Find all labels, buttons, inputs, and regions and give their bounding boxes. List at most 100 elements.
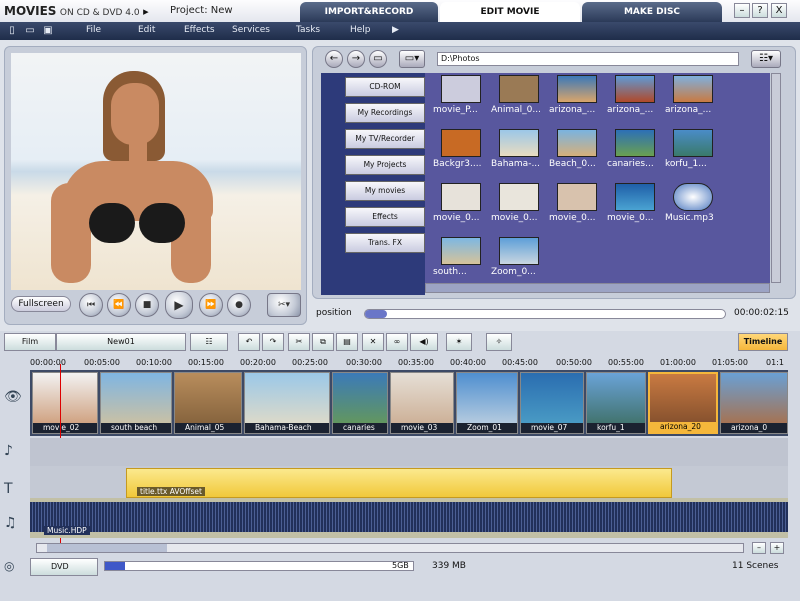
timeline-scrollbar[interactable]: [36, 543, 744, 553]
record-icon[interactable]: ●: [227, 293, 251, 317]
cut-icon[interactable]: ✂▾: [267, 293, 301, 317]
path-field[interactable]: D:\Photos: [437, 52, 739, 66]
project-select[interactable]: New01: [56, 333, 186, 351]
open-folder-icon[interactable]: ▭: [24, 25, 36, 37]
computer-icon[interactable]: ▭▾: [399, 50, 425, 68]
music-icon[interactable]: [673, 183, 713, 211]
wand-icon[interactable]: ✶: [446, 333, 472, 351]
paste-icon[interactable]: ▤: [336, 333, 358, 351]
timeline-toggle[interactable]: Timeline: [738, 333, 788, 351]
media-thumb[interactable]: [557, 183, 597, 211]
video-clip-selected[interactable]: arizona_20: [648, 372, 718, 434]
media-thumb[interactable]: [499, 183, 539, 211]
ruler-tick: 00:05:00: [84, 358, 120, 367]
video-clip[interactable]: canaries: [332, 372, 388, 434]
disc-format-select[interactable]: DVD: [30, 558, 98, 576]
view-mode-icon[interactable]: ☷▾: [751, 50, 781, 68]
media-thumb[interactable]: [557, 75, 597, 103]
title-clip[interactable]: title.ttx AVOffset: [126, 468, 672, 498]
audio-waveform[interactable]: [30, 502, 788, 532]
category-my-tv-recorder[interactable]: My TV/Recorder: [345, 129, 425, 149]
play-icon[interactable]: ▶: [165, 291, 193, 319]
timeline-scroll-thumb[interactable]: [47, 544, 167, 552]
media-thumb[interactable]: [499, 237, 539, 265]
media-thumb[interactable]: [557, 129, 597, 157]
category-effects[interactable]: Effects: [345, 207, 425, 227]
ruler-tick: 00:15:00: [188, 358, 224, 367]
help-button[interactable]: ?: [752, 3, 768, 18]
fullscreen-button[interactable]: Fullscreen: [11, 296, 71, 312]
video-clip[interactable]: Animal_05: [174, 372, 242, 434]
media-thumb[interactable]: [441, 183, 481, 211]
category-my-movies[interactable]: My movies: [345, 181, 425, 201]
menu-more-icon[interactable]: ▶: [392, 25, 399, 35]
vertical-scrollbar[interactable]: [771, 73, 781, 283]
menu-effects[interactable]: Effects: [184, 25, 215, 35]
media-thumb[interactable]: [615, 75, 655, 103]
media-thumb[interactable]: [615, 183, 655, 211]
category-my-recordings[interactable]: My Recordings: [345, 103, 425, 123]
media-label: arizona_...: [665, 105, 712, 115]
menu-services[interactable]: Services: [232, 25, 270, 35]
copy-icon[interactable]: ⧉: [312, 333, 334, 351]
redo-icon[interactable]: ↷: [262, 333, 284, 351]
video-clip[interactable]: movie_02: [32, 372, 98, 434]
folder-icon[interactable]: ▭: [369, 50, 387, 68]
undo-icon[interactable]: ↶: [238, 333, 260, 351]
video-clip[interactable]: Zoom_01: [456, 372, 518, 434]
video-clip[interactable]: movie_03: [390, 372, 454, 434]
category-cd-rom[interactable]: CD-ROM: [345, 77, 425, 97]
go-start-icon[interactable]: ⏮: [79, 293, 103, 317]
cut-icon[interactable]: ✂: [288, 333, 310, 351]
media-label: Music.mp3: [665, 213, 714, 223]
audio-icon[interactable]: ◀): [410, 333, 438, 351]
title-track: title.ttx AVOffset: [30, 466, 788, 498]
new-file-icon[interactable]: ▯: [6, 25, 18, 37]
zoom-in-button[interactable]: +: [770, 542, 784, 554]
media-thumb[interactable]: [441, 237, 481, 265]
close-button[interactable]: X: [771, 3, 787, 18]
rewind-icon[interactable]: ⏪: [107, 293, 131, 317]
media-thumb[interactable]: [673, 75, 713, 103]
video-clip[interactable]: korfu_1: [586, 372, 646, 434]
link-icon[interactable]: ∞: [386, 333, 408, 351]
media-thumb[interactable]: [673, 129, 713, 157]
film-mode-button[interactable]: Film: [4, 333, 56, 351]
media-thumb[interactable]: [441, 129, 481, 157]
stop-icon[interactable]: ■: [135, 293, 159, 317]
horizontal-scrollbar[interactable]: [425, 283, 770, 293]
ruler-tick: 00:45:00: [502, 358, 538, 367]
tab-edit-movie[interactable]: EDIT MOVIE: [440, 2, 580, 22]
category-trans-fx[interactable]: Trans. FX: [345, 233, 425, 253]
media-label: Zoom_0...: [491, 267, 536, 277]
media-label: Animal_0...: [491, 105, 541, 115]
category-my-projects[interactable]: My Projects: [345, 155, 425, 175]
menu-edit[interactable]: Edit: [138, 25, 155, 35]
position-slider[interactable]: [364, 309, 726, 319]
tab-import-record[interactable]: IMPORT&RECORD: [300, 2, 438, 22]
tab-make-disc[interactable]: MAKE DISC: [582, 2, 722, 22]
back-icon[interactable]: ←: [325, 50, 343, 68]
video-clip[interactable]: Bahama-Beach: [244, 372, 330, 434]
position-thumb[interactable]: [365, 310, 387, 318]
video-clip[interactable]: arizona_0: [720, 372, 788, 434]
video-clip[interactable]: movie_07: [520, 372, 584, 434]
fast-forward-icon[interactable]: ⏩: [199, 293, 223, 317]
menu-tasks[interactable]: Tasks: [296, 25, 320, 35]
menu-help[interactable]: Help: [350, 25, 371, 35]
media-thumb[interactable]: [499, 75, 539, 103]
video-clip[interactable]: south beach: [100, 372, 172, 434]
menu-file[interactable]: File: [86, 25, 101, 35]
media-thumb[interactable]: [499, 129, 539, 157]
save-icon[interactable]: ▣: [42, 25, 54, 37]
media-thumb[interactable]: [441, 75, 481, 103]
ruler-tick: 01:1: [766, 358, 784, 367]
minimize-button[interactable]: –: [734, 3, 750, 18]
storyboard-icon[interactable]: ☷: [190, 333, 228, 351]
delete-icon[interactable]: ✕: [362, 333, 384, 351]
media-thumb[interactable]: [615, 129, 655, 157]
effect-icon[interactable]: ✧: [486, 333, 512, 351]
forward-icon[interactable]: →: [347, 50, 365, 68]
zoom-out-button[interactable]: –: [752, 542, 766, 554]
app-window: MOVIES ON CD & DVD 4.0 ▸ Project: New IM…: [0, 0, 800, 601]
